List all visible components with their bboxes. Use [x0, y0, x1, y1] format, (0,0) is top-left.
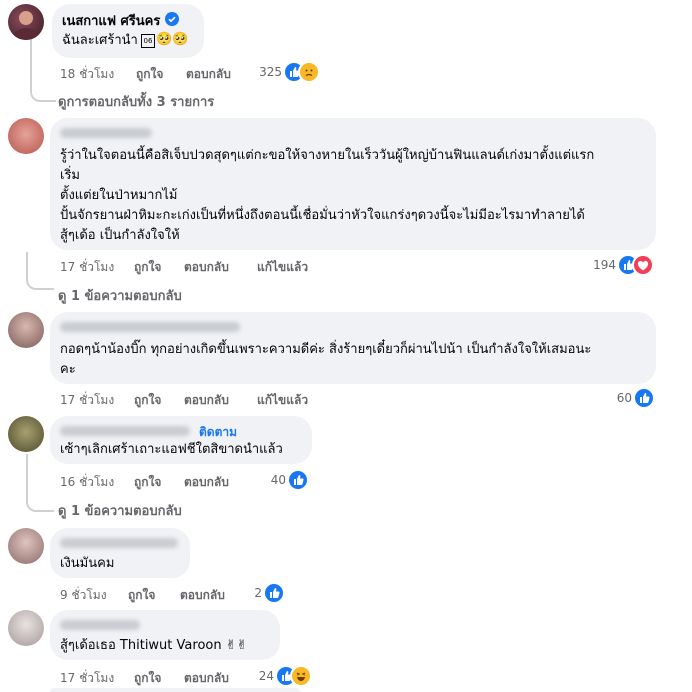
comment-author-redacted[interactable] — [60, 538, 178, 548]
thread-connector — [26, 454, 54, 512]
reply-button[interactable]: ตอบกลับ — [180, 586, 225, 605]
avatar[interactable] — [8, 118, 44, 154]
comment-bubble: กอดๆน้าน้องบิ๊ก ทุกอย่างเกิดขึ้นเพราะควา… — [50, 312, 656, 384]
like-button[interactable]: ถูกใจ — [134, 258, 161, 277]
like-button[interactable]: ถูกใจ — [134, 391, 161, 410]
like-button[interactable]: ถูกใจ — [134, 669, 161, 688]
reply-button[interactable]: ตอบกลับ — [184, 473, 229, 492]
emoji-placeholder-box: 06 — [141, 34, 155, 48]
reply-button[interactable]: ตอบกลับ — [184, 258, 229, 277]
comment-text-line: เริ่ม — [60, 168, 80, 183]
reaction-count[interactable]: 60 — [600, 391, 632, 405]
reaction-count[interactable]: 40 — [254, 473, 286, 487]
like-button[interactable]: ถูกใจ — [134, 473, 161, 492]
comment-text-line: คะ — [60, 362, 76, 377]
avatar[interactable] — [8, 528, 44, 564]
comment-actions: 17 ชั่วโมง ถูกใจ ตอบกลับ แก้ไขแล้ว — [60, 391, 360, 407]
edited-label: แก้ไขแล้ว — [257, 393, 309, 407]
edited-label: แก้ไขแล้ว — [257, 260, 309, 274]
reply-button[interactable]: ตอบกลับ — [184, 391, 229, 410]
avatar[interactable] — [8, 610, 44, 646]
comment-time[interactable]: 16 ชั่วโมง — [60, 473, 114, 492]
comment-time[interactable]: 17 ชั่วโมง — [60, 391, 114, 410]
comment-time[interactable]: 18 ชั่วโมง — [60, 65, 114, 84]
avatar[interactable] — [8, 4, 44, 40]
comment-text-line: เงินมันคม — [60, 556, 115, 571]
comment-bubble: เนสกาแฟ ศรีนคร ฉันละเศร้านำ 06 🥺🥺 — [52, 4, 204, 58]
comment-author-redacted[interactable] — [60, 620, 140, 630]
reaction-count[interactable]: 325 — [250, 65, 282, 79]
comment-bubble: เงินมันคม — [50, 528, 190, 578]
like-reaction-icon — [287, 469, 309, 491]
avatar[interactable] — [8, 416, 44, 452]
pleading-face-emoji: 🥺🥺 — [156, 32, 189, 47]
care-reaction-icon — [298, 61, 320, 83]
comment-bubble: รู้ว่าในใจตอนนี้คือสิเจ็บปวดสุดๆแต่กะขอใ… — [50, 118, 656, 250]
love-reaction-icon — [632, 254, 654, 276]
reply-button[interactable]: ตอบกลับ — [184, 669, 229, 688]
view-replies-link[interactable]: ดู 1 ข้อความตอบกลับ — [58, 500, 182, 521]
like-button[interactable]: ถูกใจ — [136, 65, 163, 84]
thread-connector — [26, 252, 54, 290]
like-reaction-icon — [633, 387, 655, 409]
like-button[interactable]: ถูกใจ — [128, 586, 155, 605]
comment-author-redacted[interactable] — [60, 426, 190, 436]
comment-text-line: กอดๆน้าน้องบิ๊ก ทุกอย่างเกิดขึ้นเพราะควา… — [60, 342, 592, 357]
comment-author[interactable]: เนสกาแฟ ศรีนคร — [62, 10, 160, 31]
reaction-count[interactable]: 24 — [246, 669, 274, 683]
comment-time[interactable]: 9 ชั่วโมง — [60, 586, 107, 605]
comment-text-line: สู้ๆเด้อ เป็นกำลังใจให้ — [60, 228, 180, 243]
reply-button[interactable]: ตอบกลับ — [186, 65, 231, 84]
comment-author-redacted[interactable] — [60, 322, 240, 332]
comment-time[interactable]: 17 ชั่วโมง — [60, 669, 114, 688]
comment-text-line: ปั้นจักรยานฝ่าหิมะกะเก่งเป็นที่หนึ่งถึงต… — [60, 208, 585, 223]
comment-text-line: สู้ๆเด้อเธอ Thitiwut Varoon ✌✌ — [60, 638, 248, 653]
view-replies-link[interactable]: ดู 1 ข้อความตอบกลับ — [58, 285, 182, 306]
comment-text-line: รู้ว่าในใจตอนนี้คือสิเจ็บปวดสุดๆแต่กะขอใ… — [60, 148, 595, 163]
comment-author-redacted[interactable] — [60, 128, 152, 138]
like-reaction-icon — [263, 582, 285, 604]
comment-bubble: ติดตาม เซ้าๆเลิกเศร้าเถาะแอฟชีใตสิขาดนำแ… — [50, 416, 312, 464]
haha-reaction-icon — [290, 665, 312, 687]
comment-text: ฉันละเศร้านำ — [62, 33, 138, 48]
reaction-count[interactable]: 194 — [584, 258, 616, 272]
verified-badge-icon — [165, 12, 179, 26]
comment-actions: 17 ชั่วโมง ถูกใจ ตอบกลับ แก้ไขแล้ว — [60, 258, 360, 274]
avatar-image — [14, 11, 38, 40]
comment-bubble: สู้ๆเด้อเธอ Thitiwut Varoon ✌✌ — [50, 610, 280, 660]
view-all-replies-link[interactable]: ดูการตอบกลับทั้ง 3 รายการ — [58, 91, 214, 112]
avatar[interactable] — [8, 312, 44, 348]
next-comment-bubble-edge — [50, 688, 300, 692]
comment-text-line: ตั้งแต่ยในป่าหมากไม้ — [60, 188, 178, 203]
comment-text-line: เซ้าๆเลิกเศร้าเถาะแอฟชีใตสิขาดนำแล้ว — [60, 442, 283, 457]
reaction-count[interactable]: 2 — [238, 586, 262, 600]
comment-time[interactable]: 17 ชั่วโมง — [60, 258, 114, 277]
